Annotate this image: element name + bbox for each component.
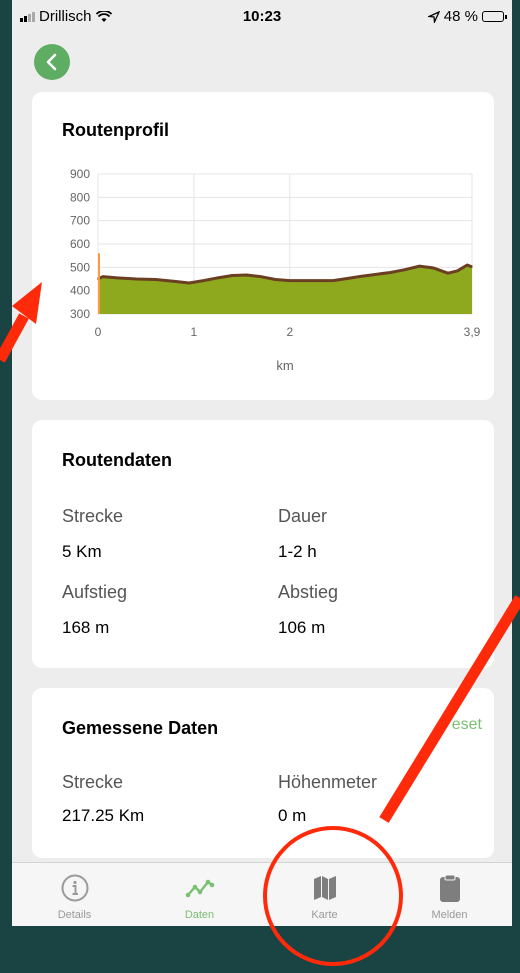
tab-daten[interactable]: Daten [137,863,262,926]
elevation-point [101,275,104,278]
back-button[interactable] [34,44,70,80]
battery-percent: 48 % [443,8,478,25]
y-tick-label: 800 [70,190,90,204]
x-tick-label: 1 [191,325,198,339]
tab-karte[interactable]: Karte [262,863,387,926]
elevation-point [202,279,205,282]
x-tick-label: 3,9 [464,325,481,339]
elevation-point [173,280,176,283]
elevation-point [116,277,118,279]
elevation-point [447,272,449,274]
clipboard-icon [439,874,460,902]
tab-details-label: Details [57,909,92,921]
measured-distance-label: Strecke [62,772,124,792]
battery-icon [482,11,507,22]
elevation-point [317,279,320,282]
elevation-area [98,265,472,314]
ascent-value: 168 m [62,618,110,637]
chevron-left-icon [46,53,57,71]
tab-melden[interactable]: Melden [387,863,512,926]
elevation-point [303,279,305,282]
elevation-point [466,264,469,266]
x-tick-label: 2 [286,325,293,339]
route-data-title: Routendaten [62,450,172,470]
tab-karte-label: Karte [311,909,338,921]
elevation-gain-label: Höhenmeter [278,772,378,792]
tab-bar: Details Daten Karte Melden [12,862,512,926]
duration-label: Dauer [278,506,328,526]
tab-melden-label: Melden [431,909,468,921]
y-tick-label: 700 [70,214,90,228]
elevation-point [231,274,234,277]
x-axis-label: km [276,358,293,373]
elevation-point [471,266,473,268]
descent-label: Abstieg [278,582,339,602]
distance-label: Strecke [62,506,124,526]
elevation-point [332,279,334,282]
elevation-point [432,267,435,269]
elevation-chart: 900 800 700 600 500 400 300 0 1 2 3,9 km [70,167,481,373]
descent-value: 106 m [278,618,326,637]
y-tick-label: 900 [70,167,90,181]
elevation-point [375,273,377,276]
measured-data-card: Gemessene Daten eset Strecke 217.25 Km H… [32,688,494,858]
route-data-card: Routendaten Strecke 5 Km Dauer 1-2 h Auf… [32,420,494,668]
elevation-point [135,278,138,280]
route-profile-title: Routenprofil [62,120,169,140]
distance-value: 5 Km [62,542,102,561]
x-tick-label: 0 [95,325,102,339]
elevation-point [245,274,248,276]
ascent-label: Aufstieg [62,582,128,602]
tab-daten-label: Daten [184,909,215,921]
elevation-point [346,277,349,280]
status-bar-right: 48 % [427,8,507,25]
y-tick-label: 600 [70,237,90,251]
measured-distance-value: 217.25 Km [62,806,145,825]
reset-button[interactable]: eset [452,716,482,734]
status-bar: Drillisch 10:23 48 % [12,0,512,36]
y-tick-label: 300 [70,307,90,321]
y-tick-label: 500 [70,260,90,274]
chart-line-icon [185,879,214,898]
route-profile-card: Routenprofil 900 800 700 600 500 400 300 0 1 2 3,9… [32,92,494,400]
elevation-point [360,275,363,277]
map-icon [313,876,336,900]
elevation-point [188,282,190,284]
measured-data-title: Gemessene Daten [62,718,219,738]
elevation-gain-value: 0 m [278,806,307,825]
y-tick-label: 400 [70,284,90,298]
phone-screen: Drillisch 10:23 48 % Routenprofil 900 800… [12,0,512,926]
elevation-point [404,268,406,271]
elevation-point [456,270,459,272]
duration-value: 1-2 h [278,542,317,561]
info-icon [61,874,88,902]
elevation-point [154,278,157,281]
elevation-point [288,279,291,282]
elevation-point [418,265,421,267]
elevation-point [260,275,262,278]
elevation-point [217,277,219,279]
elevation-point [274,278,277,281]
tab-details[interactable]: Details [12,863,137,926]
elevation-point [389,271,392,274]
location-arrow-icon [427,10,440,23]
